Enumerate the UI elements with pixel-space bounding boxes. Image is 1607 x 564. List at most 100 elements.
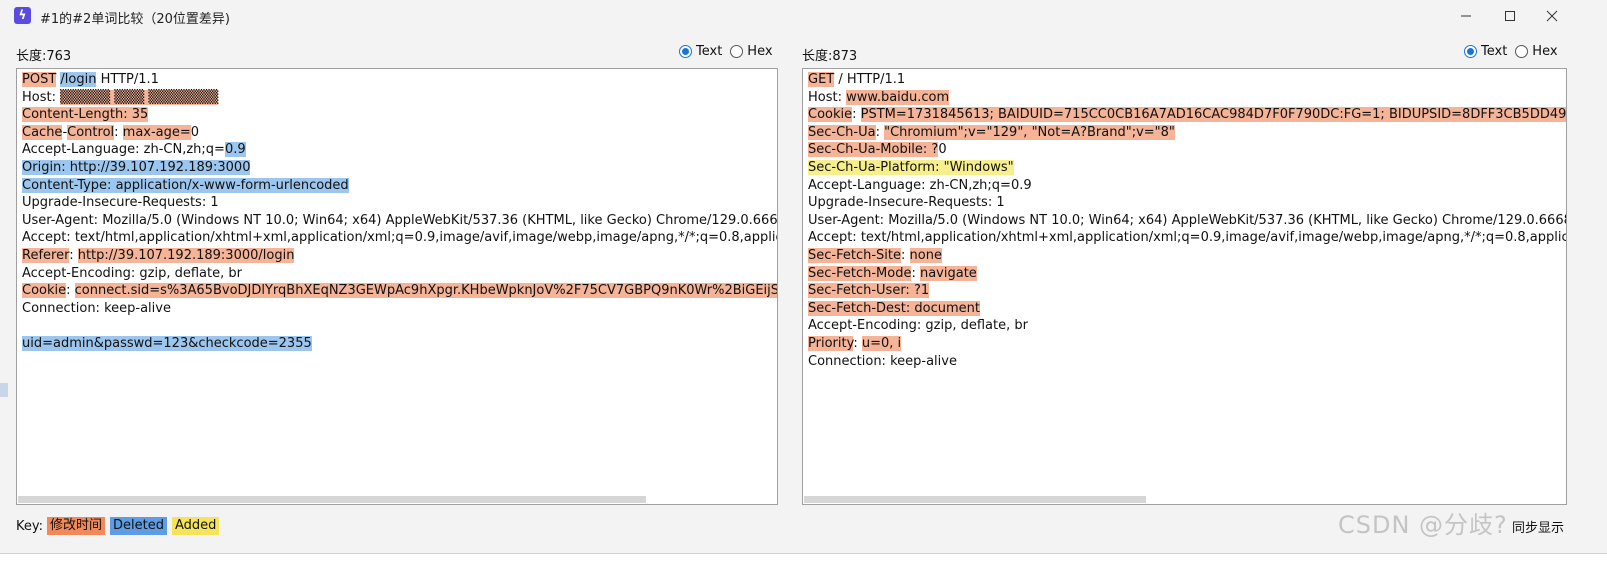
modified-segment: u=0, i (861, 335, 902, 351)
close-button[interactable] (1532, 4, 1572, 28)
maximize-icon (1505, 11, 1515, 21)
diff-line: Cache-Control: max-age=0 (22, 124, 777, 142)
modified-segment: ▒▒▒▒▒ ▒▒▒ ▒▒▒▒▒▒▒ (60, 89, 219, 105)
modified-segment: Referer (22, 247, 70, 263)
modified-segment: http://39.107.192.189:3000/login (77, 247, 295, 263)
deleted-segment: Content-Type: application/x-www-form-url… (22, 177, 349, 193)
modified-segment: www.baidu.com (846, 89, 950, 105)
right-hex-radio[interactable]: Hex (1515, 44, 1558, 59)
diff-line: User-Agent: Mozilla/5.0 (Windows NT 10.0… (22, 212, 777, 230)
modified-segment: Sec-Fetch-Dest: document (808, 300, 981, 316)
diff-line: Sec-Ch-Ua-Platform: "Windows" (808, 159, 1566, 177)
right-pane: 长度:873 Text Hex GET / HTTP/1.1 Host: www.… (802, 44, 1567, 508)
text-segment: : (66, 283, 75, 299)
key-label: Key: (16, 518, 44, 534)
modified-segment: Control (67, 124, 115, 140)
left-text-view[interactable]: POST /login HTTP/1.1 Host: ▒▒▒▒▒ ▒▒▒ ▒▒▒▒… (16, 68, 778, 505)
modified-segment: Sec-Ch-Ua (808, 124, 876, 140)
diff-line: Priority: u=0, i (808, 335, 1566, 353)
modified-segment: Sec-Fetch-User: ?1 (808, 283, 930, 299)
modified-segment: Content-Length: 35 (22, 107, 149, 123)
left-horizontal-scrollbar[interactable] (18, 496, 646, 503)
radio-circle[interactable] (1464, 45, 1477, 58)
text-segment: HTTP/1.1 (96, 72, 159, 87)
right-text-view[interactable]: GET / HTTP/1.1 Host: www.baidu.com Cookie:… (802, 68, 1567, 505)
modified-segment: s%3A65BvoDJDlYrqBhXEqNZ3GEWpAc9hXpgr.KHb… (160, 283, 777, 299)
modified-segment: GET (808, 72, 835, 87)
diff-line: Connection: keep-alive (808, 353, 1566, 371)
added-segment: Sec-Ch-Ua-Platform: "Windows" (808, 159, 1014, 175)
modified-segment: navigate (919, 265, 977, 281)
text-segment: Upgrade-Insecure-Requests: 1 (22, 195, 219, 211)
diff-line: User-Agent: Mozilla/5.0 (Windows NT 10.0… (808, 212, 1566, 230)
radio-label: Hex (747, 44, 773, 59)
diff-line: Upgrade-Insecure-Requests: 1 (22, 194, 777, 212)
text-segment: User-Agent: Mozilla/5.0 (Windows NT 10.0… (808, 212, 1566, 228)
text-segment: Accept-Language: zh-CN,zh;q=0.9 (808, 177, 1032, 193)
diff-line: Accept-Language: zh-CN,zh;q=0.9 (22, 141, 777, 159)
radio-circle[interactable] (679, 45, 692, 58)
text-segment: / HTTP/1.1 (834, 72, 906, 87)
left-lines: POST /login HTTP/1.1 Host: ▒▒▒▒▒ ▒▒▒ ▒▒▒▒… (22, 71, 777, 353)
diff-line: Origin: http://39.107.192.189:3000 (22, 159, 777, 177)
modified-segment: Sec-Fetch-Site (808, 247, 901, 263)
text-segment: 0 (190, 124, 200, 140)
key-deleted: Deleted (110, 517, 167, 535)
radio-label: Text (1481, 44, 1508, 59)
modified-segment: Sec-Ch-Ua-Mobile: ? (808, 142, 939, 158)
sync-display-toggle[interactable]: 同步显示 (1512, 517, 1564, 536)
modified-segment: connect.sid= (74, 283, 161, 299)
text-segment: Accept: text/html,application/xhtml+xml,… (808, 230, 1566, 246)
modified-segment: Priority (808, 335, 854, 351)
deleted-segment: uid=admin&passwd=123&checkcode=2355 (22, 335, 312, 351)
key-modified: 修改时间 (47, 517, 106, 535)
diff-line: Accept-Language: zh-CN,zh;q=0.9 (808, 177, 1566, 195)
text-segment: Host: (808, 89, 847, 105)
radio-circle[interactable] (730, 45, 744, 58)
diff-line: uid=admin&passwd=123&checkcode=2355 (22, 335, 777, 353)
modified-segment: PSTM=1731845613; BAIDUID=715CC0CB16A7AD1… (860, 107, 1566, 123)
diff-line: Host: ▒▒▒▒▒ ▒▒▒ ▒▒▒▒▒▒▒ (22, 89, 777, 107)
modified-segment: Cache (22, 124, 63, 140)
modified-segment: POST (22, 72, 57, 87)
diff-line: Accept-Encoding: gzip, deflate, br (22, 265, 777, 283)
left-pane: 长度:763 Text Hex POST /login HTTP/1.1 Host… (16, 44, 778, 508)
diff-line: Connection: keep-alive (22, 300, 777, 318)
text-segment: Upgrade-Insecure-Requests: 1 (808, 195, 1005, 211)
text-segment: Host: (22, 89, 61, 105)
right-horizontal-scrollbar[interactable] (804, 496, 1146, 503)
minimize-button[interactable] (1446, 4, 1486, 28)
modified-segment: Cookie (808, 107, 853, 123)
diff-line: Referer: http://39.107.192.189:3000/logi… (22, 247, 777, 265)
background-window-edge (0, 383, 8, 397)
key-added: Added (172, 517, 220, 535)
maximize-button[interactable] (1490, 4, 1530, 28)
diff-key-legend: Key: 修改时间 Deleted Added (16, 517, 224, 535)
modified-segment: max-age= (122, 124, 191, 140)
text-segment: Connection: keep-alive (22, 300, 171, 316)
text-segment: Connection: keep-alive (808, 353, 957, 369)
compare-window: ϟ #1的#2单词比较（20位置差异) 长度:763 Text Hex POST… (0, 0, 1607, 554)
app-icon: ϟ (14, 7, 31, 24)
diff-line: Sec-Ch-Ua-Mobile: ?0 (808, 141, 1566, 159)
left-text-radio[interactable]: Text (679, 44, 722, 59)
diff-line: Sec-Fetch-Site: none (808, 247, 1566, 265)
right-text-radio[interactable]: Text (1464, 44, 1507, 59)
modified-segment: Sec-Fetch-Mode (808, 265, 912, 281)
text-segment: Accept: text/html,application/xhtml+xml,… (22, 230, 777, 246)
left-length-label: 长度:763 (16, 49, 72, 64)
text-segment: : (901, 247, 910, 263)
text-segment: : (911, 265, 920, 281)
title-bar: ϟ #1的#2单词比较（20位置差异) (0, 0, 1600, 32)
diff-line: Cookie: PSTM=1731845613; BAIDUID=715CC0C… (808, 106, 1566, 124)
text-segment: : (875, 124, 885, 140)
left-hex-radio[interactable]: Hex (730, 44, 773, 59)
diff-line: Upgrade-Insecure-Requests: 1 (808, 194, 1566, 212)
radio-circle[interactable] (1515, 45, 1529, 58)
diff-line: Sec-Fetch-User: ?1 (808, 282, 1566, 300)
diff-line: GET / HTTP/1.1 (808, 71, 1566, 89)
diff-line (22, 317, 777, 335)
deleted-segment: /login (60, 72, 97, 87)
diff-line: Content-Type: application/x-www-form-url… (22, 177, 777, 195)
modified-segment: "Chromium";v="129", "Not=A?Brand";v="8" (884, 124, 1175, 140)
